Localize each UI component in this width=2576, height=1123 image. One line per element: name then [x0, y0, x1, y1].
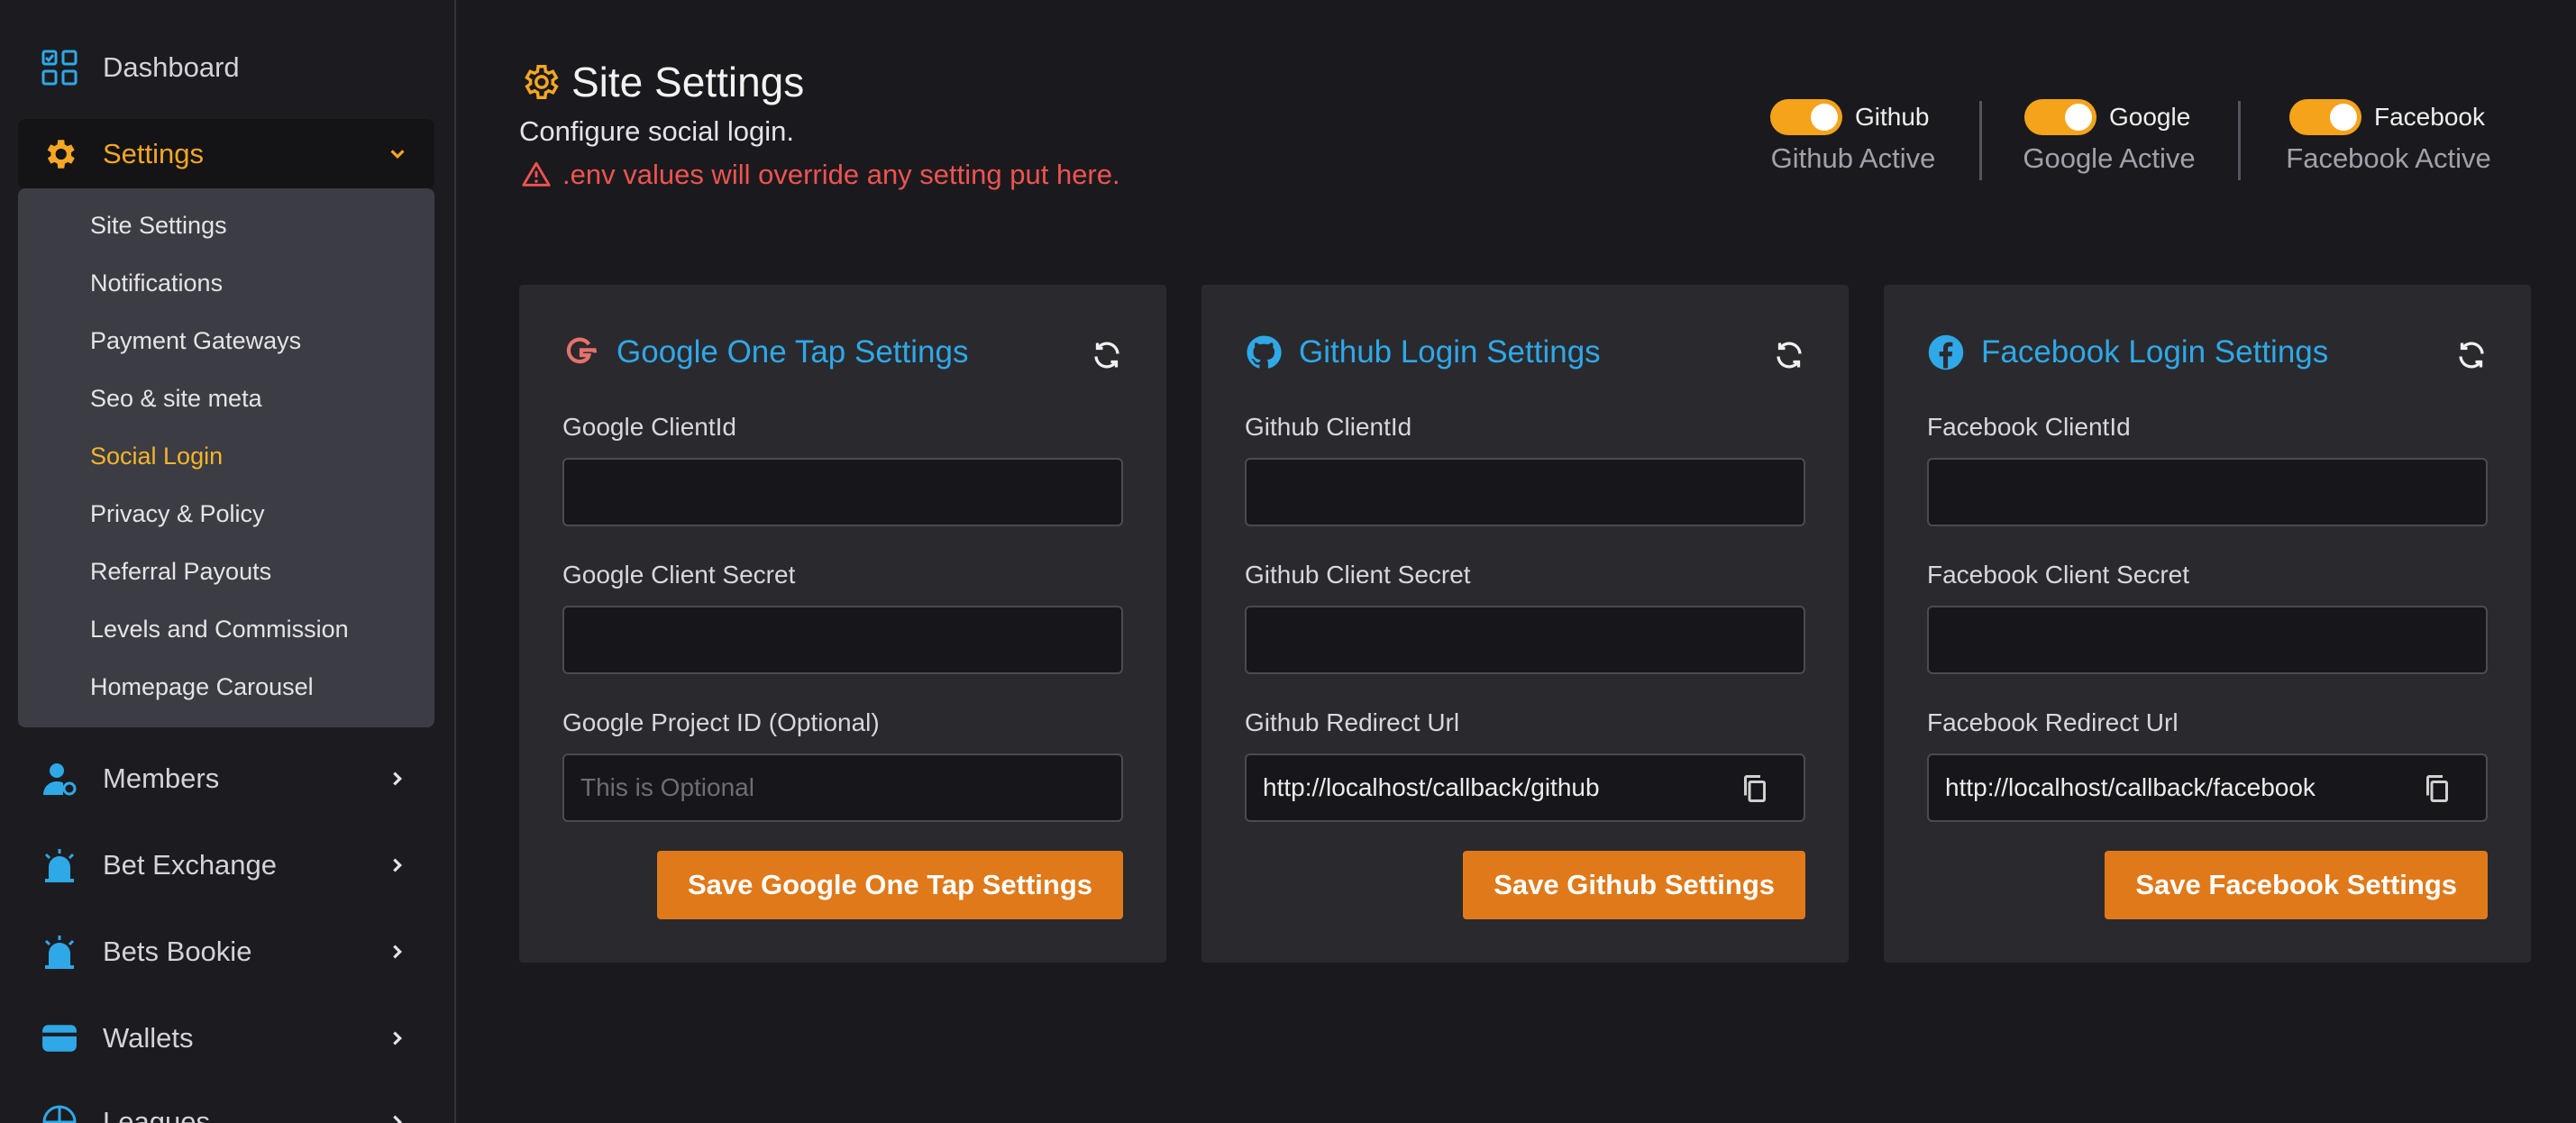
warning-triangle-icon — [522, 161, 551, 187]
env-warning-text: .env values will override any setting pu… — [562, 159, 1120, 190]
dashboard-grid-icon — [40, 48, 79, 87]
chevron-right-icon — [393, 1115, 403, 1123]
page-header: Site Settings — [519, 58, 804, 106]
sidebar-item-wallets[interactable]: Wallets — [18, 1003, 434, 1073]
card-title: Github Login Settings — [1299, 334, 1601, 370]
refresh-icon[interactable] — [1091, 339, 1123, 371]
facebook-active-switch[interactable] — [2289, 99, 2361, 135]
sidebar-item-label: Members — [103, 762, 220, 794]
gear-icon — [40, 134, 79, 174]
toggle-label: Google — [2109, 103, 2191, 131]
github-active-switch[interactable] — [1770, 99, 1842, 135]
google-active-switch[interactable] — [2024, 99, 2096, 135]
facebook-client-secret-input[interactable] — [1927, 606, 2488, 674]
github-client-id-label: Github ClientId — [1245, 413, 1412, 441]
facebook-icon — [1928, 334, 1964, 370]
facebook-login-card: Facebook Login Settings Facebook ClientI… — [1884, 285, 2531, 963]
submenu-item-privacy-policy[interactable]: Privacy & Policy — [90, 500, 265, 528]
sidebar-item-settings[interactable]: Settings — [18, 119, 434, 189]
facebook-redirect-url-label: Facebook Redirect Url — [1927, 708, 2179, 736]
facebook-redirect-url-field[interactable]: http://localhost/callback/facebook — [1927, 753, 2488, 822]
submenu-item-referral-payouts[interactable]: Referral Payouts — [90, 558, 271, 586]
google-project-id-label: Google Project ID (Optional) — [562, 708, 880, 736]
chevron-right-icon — [393, 771, 403, 786]
submenu-item-notifications[interactable]: Notifications — [90, 269, 223, 297]
sidebar-item-label: Bet Exchange — [103, 849, 278, 881]
save-facebook-settings-button[interactable]: Save Facebook Settings — [2105, 851, 2488, 919]
github-client-id-input[interactable] — [1245, 458, 1805, 526]
google-toggle-group: Google Google Active — [2019, 99, 2199, 175]
settings-submenu: Site Settings Notifications Payment Gate… — [18, 188, 434, 727]
chevron-right-icon — [393, 1031, 403, 1045]
toggle-status: Github Active — [1770, 142, 1936, 174]
google-icon — [566, 337, 597, 364]
sidebar-item-bets-bookie[interactable]: Bets Bookie — [18, 917, 434, 987]
card-title: Facebook Login Settings — [1981, 334, 2329, 370]
card-title: Google One Tap Settings — [617, 334, 969, 370]
github-client-secret-label: Github Client Secret — [1245, 561, 1471, 589]
facebook-toggle-group: Facebook Facebook Active — [2280, 99, 2497, 175]
submenu-item-levels-commission[interactable]: Levels and Commission — [90, 616, 349, 644]
google-client-id-label: Google ClientId — [562, 413, 737, 441]
github-client-secret-input[interactable] — [1245, 606, 1805, 674]
submenu-item-homepage-carousel[interactable]: Homepage Carousel — [90, 673, 314, 701]
copy-icon[interactable] — [2421, 771, 2453, 806]
redirect-url-value: http://localhost/callback/github — [1263, 773, 1600, 801]
sidebar-item-label: Bets Bookie — [103, 936, 252, 967]
toggle-status: Google Active — [2023, 142, 2196, 174]
page-subtitle: Configure social login. — [519, 115, 795, 147]
google-client-secret-label: Google Client Secret — [562, 561, 796, 589]
sidebar-item-label: Wallets — [103, 1022, 194, 1054]
env-warning: .env values will override any setting pu… — [521, 159, 1120, 191]
google-one-tap-card: Google One Tap Settings Google ClientId … — [519, 285, 1166, 963]
alarm-siren-icon — [40, 932, 79, 972]
submenu-item-seo[interactable]: Seo & site meta — [90, 385, 262, 413]
sidebar-item-label: Dashboard — [103, 51, 240, 83]
sidebar-item-dashboard[interactable]: Dashboard — [18, 32, 434, 103]
wallet-icon — [40, 1018, 79, 1058]
facebook-client-secret-label: Facebook Client Secret — [1927, 561, 2190, 589]
alarm-siren-icon — [40, 845, 79, 885]
chevron-down-icon — [390, 150, 405, 160]
github-login-card: Github Login Settings Github ClientId Gi… — [1201, 285, 1849, 963]
chevron-right-icon — [393, 858, 403, 872]
save-google-settings-button[interactable]: Save Google One Tap Settings — [656, 851, 1123, 919]
copy-icon[interactable] — [1739, 771, 1771, 806]
save-github-settings-button[interactable]: Save Github Settings — [1463, 851, 1805, 919]
sidebar-item-bet-exchange[interactable]: Bet Exchange — [18, 830, 434, 900]
gear-outline-icon — [525, 65, 559, 99]
facebook-client-id-input[interactable] — [1927, 458, 2488, 526]
github-toggle-group: Github Github Active — [1763, 99, 1943, 175]
divider — [2238, 101, 2241, 180]
google-client-secret-input[interactable] — [562, 606, 1123, 674]
facebook-client-id-label: Facebook ClientId — [1927, 413, 2131, 441]
google-client-id-input[interactable] — [562, 458, 1123, 526]
sidebar-item-label: Settings — [103, 138, 205, 169]
chevron-right-icon — [393, 945, 403, 959]
sidebar-item-leagues[interactable]: Leagues — [18, 1087, 434, 1123]
toggle-status: Facebook Active — [2286, 142, 2491, 174]
refresh-icon[interactable] — [2455, 339, 2488, 371]
github-redirect-url-label: Github Redirect Url — [1245, 708, 1460, 736]
page-title: Site Settings — [571, 59, 805, 105]
google-project-id-input[interactable] — [562, 753, 1123, 822]
sidebar-item-members[interactable]: Members — [18, 744, 434, 814]
sidebar-item-label: Leagues — [103, 1106, 210, 1123]
submenu-item-payment-gateways[interactable]: Payment Gateways — [90, 327, 301, 355]
ball-icon — [40, 1102, 79, 1123]
user-gear-icon — [40, 759, 79, 799]
refresh-icon[interactable] — [1773, 339, 1805, 371]
sidebar: Dashboard Settings Site Settings Notific… — [0, 0, 456, 1123]
divider — [1979, 101, 1982, 180]
redirect-url-value: http://localhost/callback/facebook — [1945, 773, 2316, 801]
github-icon — [1247, 335, 1282, 369]
submenu-item-social-login[interactable]: Social Login — [90, 443, 223, 470]
submenu-item-site-settings[interactable]: Site Settings — [90, 212, 227, 240]
toggle-label: Facebook — [2374, 103, 2485, 131]
toggle-label: Github — [1855, 103, 1930, 131]
github-redirect-url-field[interactable]: http://localhost/callback/github — [1245, 753, 1805, 822]
